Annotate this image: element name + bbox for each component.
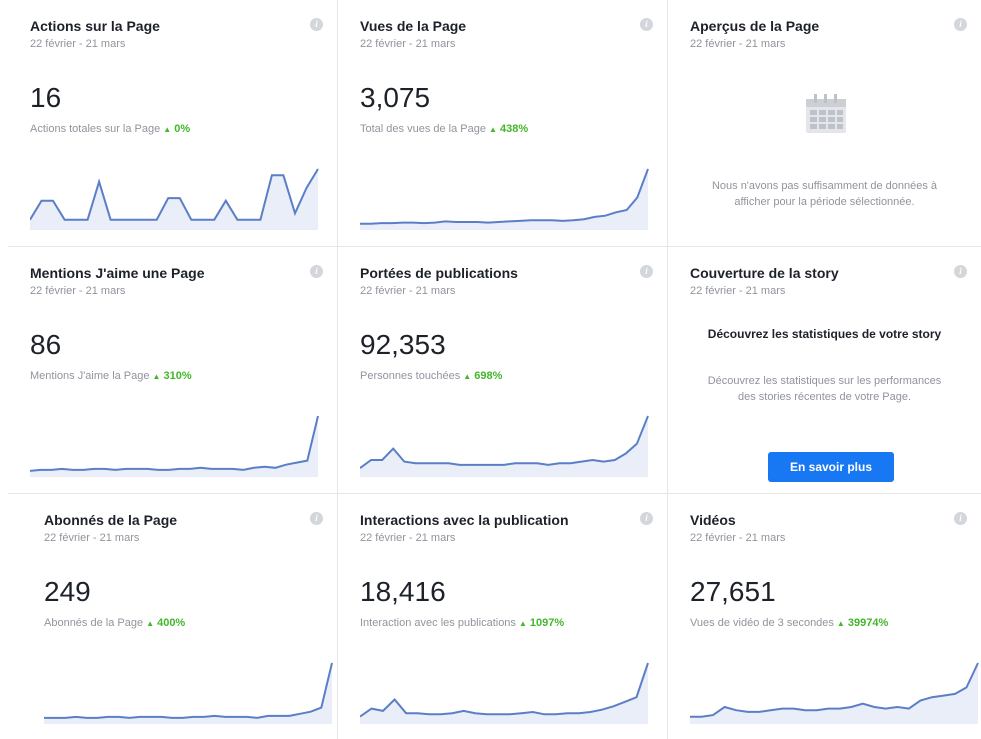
card-subtitle: Interaction avec les publications ▲ 1097% (360, 617, 564, 629)
story-promo-title: Découvrez les statistiques de votre stor… (707, 327, 942, 341)
up-arrow-icon: ▲ (152, 372, 161, 381)
card-subtitle: Abonnés de la Page ▲ 400% (44, 617, 185, 629)
card-page-previews[interactable]: Aperçus de la Page 22 février - 21 mars … (668, 0, 981, 247)
card-metric-label: Interaction avec les publications (360, 617, 516, 629)
card-subtitle: Personnes touchées ▲ 698% (360, 370, 502, 382)
sparkline-area (690, 663, 978, 724)
card-title: Mentions J'aime une Page (30, 265, 205, 281)
card-delta: 438% (499, 123, 529, 135)
card-metric-label: Total des vues de la Page (360, 123, 486, 135)
card-delta: 400% (157, 617, 186, 629)
sparkline-chart (30, 168, 319, 230)
card-page-actions[interactable]: Actions sur la Page 22 février - 21 mars… (8, 0, 338, 247)
sparkline-line (360, 662, 649, 718)
empty-state-message: Nous n'avons pas suffisamment de données… (711, 180, 938, 208)
card-metric-label: Personnes touchées (360, 370, 461, 382)
card-metric-label: Actions totales sur la Page (30, 123, 161, 135)
sparkline-area (360, 416, 648, 477)
sparkline-line (30, 415, 319, 472)
sparkline-line (360, 415, 649, 469)
card-date-range: 22 février - 21 mars (30, 38, 126, 50)
card-metric-label: Abonnés de la Page (44, 617, 144, 629)
card-subtitle: Vues de vidéo de 3 secondes ▲ 39974% (690, 617, 888, 629)
card-delta: 698% (474, 370, 503, 382)
card-title: Vidéos (690, 512, 736, 528)
sparkline-chart (44, 662, 333, 724)
card-date-range: 22 février - 21 mars (44, 532, 140, 544)
sparkline-chart (360, 168, 649, 230)
sparkline-area (44, 663, 332, 724)
card-value: 18,416 (360, 576, 446, 607)
card-metric-label: Vues de vidéo de 3 secondes (690, 617, 834, 629)
card-value: 86 (30, 329, 62, 360)
up-arrow-icon: ▲ (163, 125, 172, 134)
up-arrow-icon: ▲ (836, 619, 845, 628)
info-icon[interactable]: i (310, 512, 323, 525)
info-icon[interactable]: i (310, 18, 323, 31)
card-date-range: 22 février - 21 mars (30, 285, 126, 297)
card-date-range: 22 février - 21 mars (690, 285, 786, 297)
card-title: Actions sur la Page (30, 18, 160, 34)
info-icon[interactable]: i (310, 265, 323, 278)
card-value: 3,075 (360, 82, 431, 113)
card-title: Abonnés de la Page (44, 512, 178, 528)
card-metric-label: Mentions J'aime la Page (30, 370, 150, 382)
sparkline-line (360, 168, 649, 225)
card-delta: 0% (174, 123, 191, 135)
info-icon[interactable]: i (640, 265, 653, 278)
up-arrow-icon: ▲ (488, 125, 497, 134)
learn-more-button[interactable]: En savoir plus (768, 452, 894, 482)
card-value: 27,651 (690, 576, 776, 607)
card-page-likes[interactable]: Mentions J'aime une Page 22 février - 21… (8, 247, 338, 494)
card-post-reach[interactable]: Portées de publications 22 février - 21 … (338, 247, 668, 494)
card-delta: 39974% (847, 617, 889, 629)
card-value: 92,353 (360, 329, 446, 360)
sparkline-chart (30, 415, 319, 477)
card-post-interactions[interactable]: Interactions avec la publication 22 févr… (338, 494, 668, 739)
info-icon[interactable]: i (640, 512, 653, 525)
up-arrow-icon: ▲ (146, 619, 155, 628)
card-page-followers[interactable]: Abonnés de la Page 22 février - 21 mars … (8, 494, 338, 739)
card-title: Aperçus de la Page (690, 18, 820, 34)
sparkline-chart (360, 415, 649, 477)
card-delta: 310% (163, 370, 192, 382)
card-value: 249 (44, 576, 91, 607)
info-icon[interactable]: i (954, 512, 967, 525)
card-title: Couverture de la story (690, 265, 839, 281)
card-subtitle: Actions totales sur la Page ▲ 0% (30, 123, 190, 135)
card-page-views[interactable]: Vues de la Page 22 février - 21 mars i 3… (338, 0, 668, 247)
card-subtitle: Total des vues de la Page ▲ 438% (360, 123, 528, 135)
card-subtitle: Mentions J'aime la Page ▲ 310% (30, 370, 192, 382)
card-title: Vues de la Page (360, 18, 467, 34)
card-videos[interactable]: Vidéos 22 février - 21 mars i 27,651 Vue… (668, 494, 981, 739)
card-delta: 1097% (529, 617, 565, 629)
story-promo-message: Découvrez les statistiques sur les perfo… (707, 375, 942, 403)
sparkline-area (30, 169, 318, 230)
sparkline-line (44, 662, 333, 719)
insights-grid: Actions sur la Page 22 février - 21 mars… (8, 0, 981, 739)
card-date-range: 22 février - 21 mars (690, 38, 786, 50)
card-date-range: 22 février - 21 mars (360, 38, 456, 50)
card-value: 16 (30, 82, 62, 113)
card-date-range: 22 février - 21 mars (690, 532, 786, 544)
info-icon[interactable]: i (954, 18, 967, 31)
card-date-range: 22 février - 21 mars (360, 285, 456, 297)
sparkline-chart (690, 662, 979, 724)
info-icon[interactable]: i (640, 18, 653, 31)
card-title: Interactions avec la publication (360, 512, 569, 528)
sparkline-chart (360, 662, 649, 724)
up-arrow-icon: ▲ (463, 372, 472, 381)
card-title: Portées de publications (360, 265, 518, 281)
calendar-icon (806, 94, 846, 133)
card-story-coverage[interactable]: Couverture de la story 22 février - 21 m… (668, 247, 981, 494)
up-arrow-icon: ▲ (518, 619, 527, 628)
card-date-range: 22 février - 21 mars (360, 532, 456, 544)
info-icon[interactable]: i (954, 265, 967, 278)
